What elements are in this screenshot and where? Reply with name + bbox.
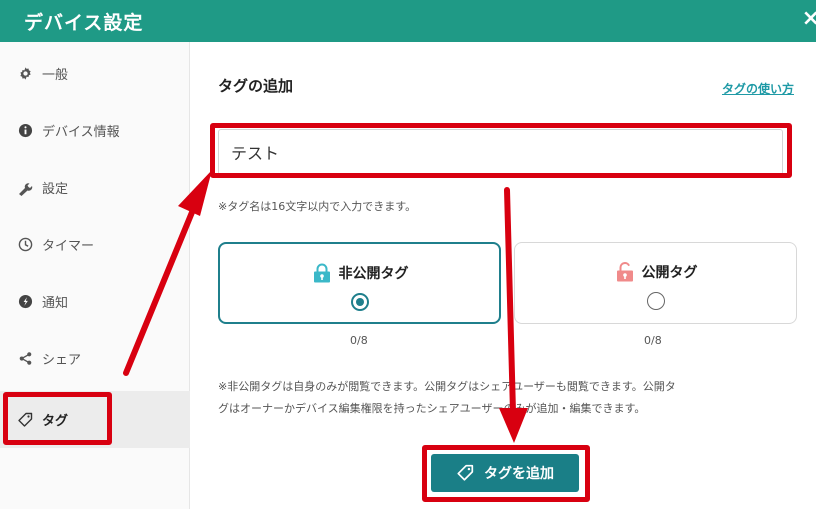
private-tag-count: 0/8 bbox=[350, 334, 368, 347]
note-line: ※非公開タグは自身のみが閲覧できます。公開タグはシェアユーザーも閲覧できます。公… bbox=[218, 380, 676, 393]
sidebar-item-label: タイマー bbox=[42, 239, 95, 254]
sidebar: 一般 デバイス情報 設定 タイマー 通知 シェア タグ bbox=[0, 42, 190, 509]
tag-name-hint: ※タグ名は16文字以内で入力できます。 bbox=[218, 200, 417, 213]
option-label: 公開タグ bbox=[641, 265, 698, 281]
add-tag-button[interactable]: タグを追加 bbox=[431, 454, 579, 492]
public-tag-radio[interactable] bbox=[646, 292, 665, 310]
sidebar-item-label: デバイス情報 bbox=[42, 125, 120, 140]
sidebar-item-share[interactable]: シェア bbox=[0, 330, 190, 387]
sidebar-item-tag[interactable]: タグ bbox=[0, 391, 190, 448]
add-tag-button-label: タグを追加 bbox=[484, 465, 554, 481]
tag-name-input[interactable] bbox=[218, 129, 783, 175]
wrench-icon bbox=[14, 180, 36, 196]
sidebar-item-label: タグ bbox=[42, 414, 69, 429]
dialog-header: デバイス設定 × bbox=[0, 0, 816, 42]
lock-open-icon bbox=[614, 261, 636, 283]
sidebar-item-label: 一般 bbox=[42, 68, 69, 83]
private-tag-radio[interactable] bbox=[350, 293, 369, 311]
sidebar-item-device-info[interactable]: デバイス情報 bbox=[0, 102, 190, 159]
public-tag-option[interactable]: 公開タグ bbox=[514, 242, 797, 324]
gear-icon bbox=[14, 66, 36, 82]
sidebar-item-settings[interactable]: 設定 bbox=[0, 159, 190, 216]
clock-icon bbox=[14, 237, 36, 253]
info-icon bbox=[14, 123, 36, 139]
sidebar-item-label: 通知 bbox=[42, 296, 69, 311]
lock-closed-icon bbox=[311, 262, 333, 284]
note-line: グはオーナーかデバイス編集権限を持ったシェアユーザーのみが追加・編集できます。 bbox=[218, 402, 646, 415]
section-title: タグの追加 bbox=[218, 77, 294, 95]
public-tag-count: 0/8 bbox=[644, 334, 662, 347]
sidebar-item-timer[interactable]: タイマー bbox=[0, 216, 190, 273]
tag-icon bbox=[14, 412, 36, 428]
sidebar-item-notification[interactable]: 通知 bbox=[0, 273, 190, 330]
dialog-title: デバイス設定 bbox=[24, 11, 144, 34]
sidebar-item-label: シェア bbox=[42, 353, 82, 368]
bell-icon bbox=[14, 294, 36, 310]
tag-icon bbox=[456, 464, 474, 482]
tag-visibility-note: ※非公開タグは自身のみが閲覧できます。公開タグはシェアユーザーも閲覧できます。公… bbox=[218, 376, 793, 420]
option-label: 非公開タグ bbox=[338, 266, 409, 282]
private-tag-option[interactable]: 非公開タグ bbox=[218, 242, 501, 324]
share-icon bbox=[14, 351, 36, 367]
sidebar-item-general[interactable]: 一般 bbox=[0, 45, 190, 102]
tag-add-panel: タグの追加 タグの使い方 ※タグ名は16文字以内で入力できます。 非公開タグ 公… bbox=[191, 42, 816, 509]
sidebar-item-label: 設定 bbox=[42, 182, 69, 197]
tag-help-link[interactable]: タグの使い方 bbox=[722, 80, 794, 97]
close-icon[interactable]: × bbox=[802, 6, 816, 31]
